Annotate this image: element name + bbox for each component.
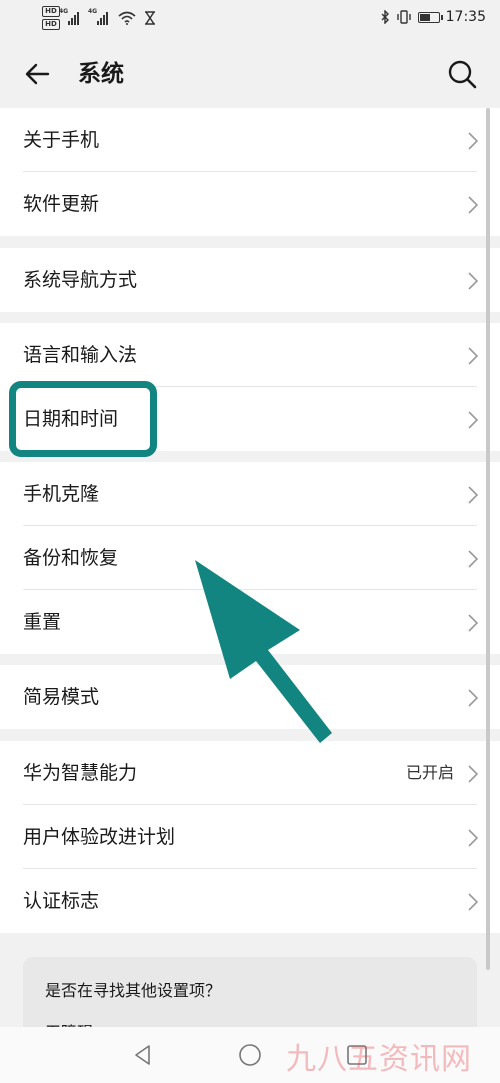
hd-badge: HD [42, 6, 60, 17]
network-type-label: 4G [59, 8, 69, 15]
signal-icon: 4G [88, 8, 108, 25]
battery-level [419, 13, 430, 21]
settings-item-label: 手机克隆 [23, 483, 100, 505]
hourglass-icon [145, 11, 155, 25]
status-right: 17:35 [380, 9, 486, 25]
settings-group: 华为智慧能力 已开启 用户体验改进计划 认证标志 [0, 741, 500, 933]
back-arrow-icon[interactable] [22, 58, 54, 90]
chevron-right-icon [468, 765, 478, 783]
chevron-right-icon [468, 550, 478, 568]
settings-item-label: 重置 [23, 611, 62, 633]
chevron-right-icon [468, 614, 478, 632]
status-left: HD HD 4G 4G [42, 6, 156, 30]
status-bar: HD HD 4G 4G 17:35 [0, 0, 500, 38]
settings-group: 关于手机 软件更新 [0, 108, 500, 236]
nav-back-icon[interactable] [132, 1044, 154, 1066]
settings-item[interactable]: 用户体验改进计划 [0, 805, 500, 869]
settings-item-status: 已开启 [405, 763, 454, 782]
nav-home-icon[interactable] [238, 1043, 262, 1067]
suggestion-question: 是否在寻找其他设置项？ [45, 981, 222, 1000]
search-icon[interactable] [446, 58, 478, 90]
settings-item-label: 语言和输入法 [23, 344, 138, 366]
clock: 17:35 [445, 9, 486, 25]
settings-item-label: 软件更新 [23, 193, 100, 215]
settings-item[interactable]: 系统导航方式 [0, 248, 500, 312]
settings-item-label: 用户体验改进计划 [23, 826, 176, 848]
vibrate-icon [396, 10, 411, 24]
battery-icon [417, 11, 443, 23]
settings-item-label: 华为智慧能力 [23, 762, 138, 784]
chevron-right-icon [468, 486, 478, 504]
app-bar: 系统 [0, 38, 500, 108]
wifi-icon [118, 11, 136, 25]
settings-item-label: 备份和恢复 [23, 547, 119, 569]
settings-item-label: 系统导航方式 [23, 269, 138, 291]
chevron-right-icon [468, 411, 478, 429]
hd-badge: HD [42, 19, 60, 30]
hd-indicators: HD HD [42, 6, 60, 30]
settings-item-label: 关于手机 [23, 129, 100, 151]
page-title: 系统 [78, 61, 124, 87]
scrollbar[interactable] [486, 108, 490, 970]
settings-item[interactable]: 华为智慧能力 已开启 [0, 741, 500, 805]
settings-item[interactable]: 认证标志 [0, 869, 500, 933]
settings-item-label: 简易模式 [23, 686, 100, 708]
settings-item[interactable]: 关于手机 [0, 108, 500, 172]
chevron-right-icon [468, 132, 478, 150]
watermark: 九八五资讯网 [286, 1042, 472, 1077]
chevron-right-icon [468, 272, 478, 290]
highlight-box [9, 381, 157, 457]
chevron-right-icon [468, 829, 478, 847]
signal-icon: 4G [59, 8, 79, 25]
chevron-right-icon [468, 689, 478, 707]
settings-group: 系统导航方式 [0, 248, 500, 312]
network-type-label: 4G [88, 8, 98, 15]
pointer-arrow-icon [195, 560, 332, 743]
chevron-right-icon [468, 347, 478, 365]
settings-item[interactable]: 手机克隆 [0, 462, 500, 526]
chevron-right-icon [468, 893, 478, 911]
settings-item-label: 认证标志 [23, 890, 100, 912]
settings-item[interactable]: 软件更新 [0, 172, 500, 236]
chevron-right-icon [468, 196, 478, 214]
settings-item[interactable]: 语言和输入法 [0, 323, 500, 387]
bluetooth-icon [381, 10, 389, 24]
